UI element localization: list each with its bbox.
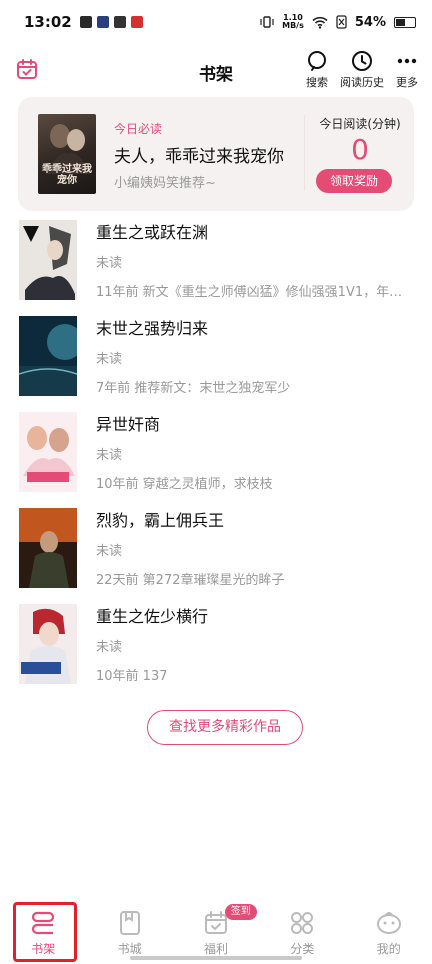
bookshelf-tab-highlight-box: [13, 902, 77, 962]
today-reading-minutes: 0: [351, 133, 369, 166]
book-read-status: 未读: [96, 544, 123, 559]
header-actions: 搜索 阅读历史 更多: [306, 50, 418, 90]
claim-reward-button[interactable]: 领取奖励: [316, 169, 392, 193]
list-item[interactable]: 烈豹，霸上佣兵王 未读 22天前 第272章璀璨星光的眸子: [0, 506, 432, 602]
book-read-status: 未读: [96, 256, 123, 271]
reading-history-button[interactable]: 阅读历史: [340, 50, 384, 90]
nav-tab-bookstore[interactable]: 书城: [86, 904, 172, 964]
daily-recommendation-card[interactable]: 乖乖过来我宠你 今日必读 夫人，乖乖过来我宠你 小编姨妈笑推荐~ 今日阅读(分钟…: [18, 97, 414, 211]
featured-recommend-text: 小编姨妈笑推荐~: [114, 176, 216, 191]
sim-off-icon: [336, 15, 347, 29]
book-read-status: 未读: [96, 448, 123, 463]
bookshelf-list: 重生之或跃在渊 未读 11年前 新文《重生之师傅凶猛》修仙强强1V1，年… 末世…: [0, 218, 432, 698]
book-cover[interactable]: [19, 316, 77, 396]
book-title: 异世奸商: [96, 415, 161, 434]
status-time: 13:02: [24, 13, 72, 31]
more-label: 更多: [396, 76, 418, 89]
book-cover-image: [19, 412, 77, 492]
daily-read-tag: 今日必读: [114, 122, 163, 136]
home-indicator[interactable]: [130, 956, 302, 960]
featured-book-title[interactable]: 夫人，乖乖过来我宠你: [114, 142, 284, 167]
book-cover-image: [19, 220, 77, 300]
nav-label-benefits: 福利: [203, 942, 228, 956]
wifi-icon: [312, 16, 328, 29]
list-item[interactable]: 末世之强势归来 未读 7年前 推荐新文：末世之独宠军少: [0, 314, 432, 410]
nav-tab-profile[interactable]: 我的: [346, 904, 432, 964]
network-speed-unit: MB/s: [282, 21, 304, 30]
battery-percent: 54%: [354, 14, 386, 30]
nav-label-category: 分类: [290, 942, 315, 956]
grid-icon: [291, 912, 314, 934]
profile-face-icon: [376, 912, 401, 934]
book-latest-update: 10年前 137: [96, 669, 168, 684]
nav-tab-category[interactable]: 分类: [259, 904, 345, 964]
book-title: 重生之或跃在渊: [96, 223, 209, 242]
notification-play-icon: [96, 16, 109, 28]
search-icon: [308, 51, 326, 71]
book-title: 烈豹，霸上佣兵王: [96, 511, 225, 530]
reading-history-label: 阅读历史: [340, 76, 384, 89]
book-cover[interactable]: [19, 508, 77, 588]
checkin-badge: 签到: [224, 904, 257, 920]
card-divider: [304, 115, 305, 191]
book-latest-update: 11年前 新文《重生之师傅凶猛》修仙强强1V1，年…: [96, 285, 403, 300]
book-cover[interactable]: [19, 412, 77, 492]
nav-label-profile: 我的: [376, 942, 401, 956]
list-item[interactable]: 异世奸商 未读 10年前 穿越之灵植师，求枝枝: [0, 410, 432, 506]
book-read-status: 未读: [96, 640, 123, 655]
nav-tab-benefits[interactable]: 签到 福利: [173, 904, 259, 964]
network-speed: 1.10 MB/s: [282, 14, 304, 30]
book-cover-image: [19, 508, 77, 588]
search-button[interactable]: 搜索: [306, 50, 328, 90]
find-more-works-button[interactable]: 查找更多精彩作品: [147, 710, 303, 745]
book-latest-update: 10年前 穿越之灵植师，求枝枝: [96, 477, 273, 492]
more-dots-icon: [397, 58, 417, 64]
book-title: 重生之佐少横行: [96, 607, 209, 626]
today-reading-label: 今日阅读(分钟): [319, 117, 401, 131]
notification-icons: [79, 16, 143, 28]
book-cover[interactable]: [19, 220, 77, 300]
notification-app-icon: [79, 16, 92, 28]
notification-app-icon-red: [130, 16, 143, 28]
book-cover-image: [19, 604, 77, 684]
book-cover[interactable]: [19, 604, 77, 684]
search-label: 搜索: [306, 76, 328, 89]
book-cover-image: [19, 316, 77, 396]
status-right: 1.10 MB/s 54%: [260, 14, 416, 30]
book-icon: [119, 911, 140, 935]
nav-label-bookstore: 书城: [117, 942, 142, 956]
clock-icon: [352, 51, 372, 71]
notification-mail-icon: [113, 16, 126, 28]
battery-icon: [394, 16, 416, 28]
more-button[interactable]: 更多: [396, 50, 418, 90]
top-header: 书架 搜索 阅读历史 更多: [0, 44, 432, 96]
book-latest-update: 7年前 推荐新文：末世之独宠军少: [96, 381, 291, 396]
cover-title-text: 乖乖过来我宠你: [42, 164, 92, 186]
list-item[interactable]: 重生之佐少横行 未读 10年前 137: [0, 602, 432, 698]
featured-book-cover[interactable]: 乖乖过来我宠你: [38, 114, 96, 194]
book-title: 末世之强势归来: [96, 319, 209, 338]
list-item[interactable]: 重生之或跃在渊 未读 11年前 新文《重生之师傅凶猛》修仙强强1V1，年…: [0, 218, 432, 314]
status-bar: 13:02 1.10 MB/s 54%: [0, 0, 432, 44]
vibrate-icon: [260, 16, 274, 28]
book-latest-update: 22天前 第272章璀璨星光的眸子: [96, 573, 285, 588]
book-read-status: 未读: [96, 352, 123, 367]
